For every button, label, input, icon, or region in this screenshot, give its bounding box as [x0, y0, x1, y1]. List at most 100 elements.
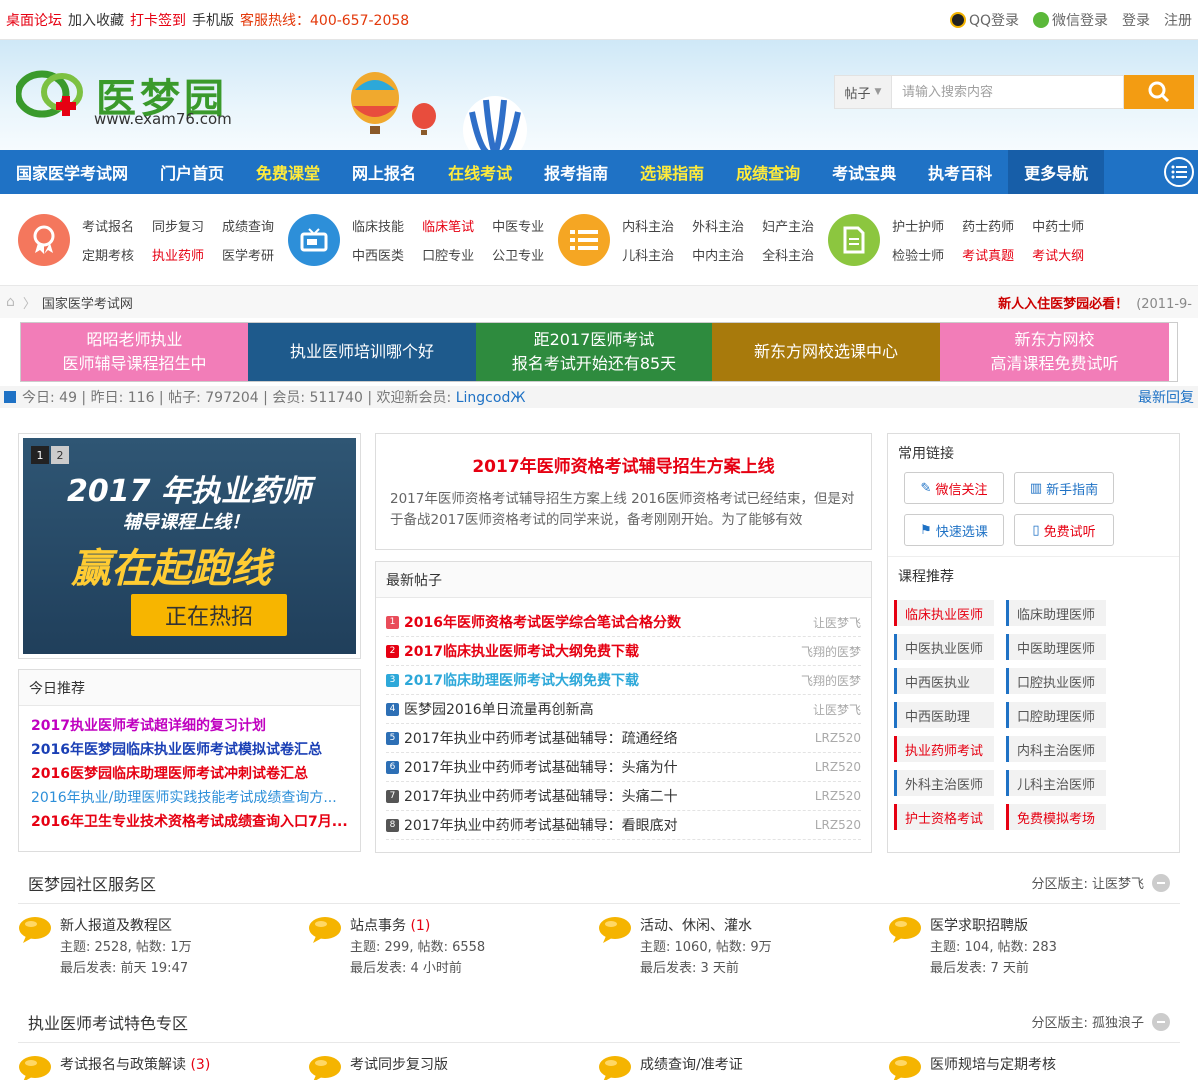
forum-name[interactable]: 成绩查询/准考证 [640, 1055, 743, 1076]
forum-name[interactable]: 活动、休闲、灌水 [640, 916, 772, 937]
collapse-icon[interactable] [1152, 1012, 1170, 1031]
top-link[interactable]: 手机版 [192, 13, 234, 29]
course-link[interactable]: 口腔助理医师 [1006, 702, 1106, 728]
nav-item[interactable]: 在线考试 [432, 150, 528, 194]
post-author[interactable]: LRZ520 [815, 760, 861, 774]
course-link[interactable]: 中西医执业 [894, 668, 994, 694]
course-link[interactable]: 护士资格考试 [894, 804, 994, 830]
post-author[interactable]: 让医梦飞 [813, 614, 861, 631]
promo-banner[interactable]: 新东方网校 高清课程免费试听 [940, 323, 1169, 381]
course-link[interactable]: 免费模拟考场 [1006, 804, 1106, 830]
top-link[interactable]: 桌面论坛 [6, 13, 62, 29]
forum-name[interactable]: 站点事务 (1) [350, 916, 485, 937]
course-link[interactable]: 内科主治医师 [1006, 736, 1106, 762]
list-item[interactable]: 2016年执业/助理医师实践技能考试成绩查询方... [31, 786, 348, 810]
quick-link[interactable]: 同步复习 [152, 216, 204, 235]
latest-reply-link[interactable]: 最新回复 [1138, 387, 1194, 407]
post-author[interactable]: 飞翔的医梦 [801, 643, 861, 660]
slider-cta[interactable]: 正在热招 [131, 594, 287, 636]
slider-image[interactable]: 12 2017 年执业药师 辅导课程上线！ 赢在起跑线 正在热招 [23, 438, 356, 654]
quick-link[interactable]: 中内主治 [692, 245, 744, 264]
course-link[interactable]: 口腔执业医师 [1006, 668, 1106, 694]
top-link[interactable]: 客服热线：400-657-2058 [240, 13, 409, 29]
post-author[interactable]: 飞翔的医梦 [801, 672, 861, 689]
course-link[interactable]: 临床执业医师 [894, 600, 994, 626]
list-item[interactable]: 2017执业医师考试超详细的复习计划 [31, 714, 348, 738]
promo-banner[interactable]: 新东方网校选课中心 [712, 323, 940, 381]
quick-link[interactable]: 中西医类 [352, 245, 404, 264]
document-icon[interactable] [828, 213, 881, 266]
collapse-icon[interactable] [1152, 873, 1170, 892]
quick-link[interactable]: 临床技能 [352, 216, 404, 235]
forum-last-post[interactable]: 最后发表: 3 天前 [640, 958, 772, 979]
list-item[interactable]: 2016年卫生专业技术资格考试成绩查询入口7月... [31, 810, 348, 834]
quick-link[interactable]: 口腔专业 [422, 245, 474, 264]
slider-dot[interactable]: 2 [51, 446, 69, 464]
wechat-login-link[interactable]: 微信登录 [1033, 10, 1108, 30]
post-row[interactable]: 8 2017年执业中药师考试基础辅导：看眼底对 LRZ520 [386, 811, 861, 840]
qq-login-link[interactable]: QQ登录 [949, 10, 1019, 30]
post-title[interactable]: 2016年医师资格考试医学综合笔试合格分数 [404, 612, 681, 632]
sidebar-link-button[interactable]: ▯ 免费试听 [1014, 514, 1114, 546]
sidebar-link-button[interactable]: ▥ 新手指南 [1014, 472, 1114, 504]
section-title[interactable]: 执业医师考试特色专区 [28, 1010, 188, 1034]
home-icon[interactable]: ⌂ [6, 294, 15, 310]
breadcrumb-current[interactable]: 国家医学考试网 [42, 293, 133, 312]
award-icon[interactable] [18, 213, 70, 266]
list-item[interactable]: 2016医梦园临床助理医师考试冲刺试卷汇总 [31, 762, 348, 786]
quick-link[interactable]: 儿科主治 [622, 245, 674, 264]
search-button[interactable] [1124, 75, 1194, 109]
nav-item[interactable]: 网上报名 [336, 150, 432, 194]
notice-link[interactable]: 新人入住医梦园必看！ (2011-9- [998, 293, 1192, 312]
nav-item[interactable]: 报考指南 [528, 150, 624, 194]
post-title[interactable]: 2017年执业中药师考试基础辅导：看眼底对 [404, 815, 678, 835]
course-link[interactable]: 临床助理医师 [1006, 600, 1106, 626]
new-member-link[interactable]: LingcodЖ [456, 390, 526, 406]
post-row[interactable]: 5 2017年执业中药师考试基础辅导：疏通经络 LRZ520 [386, 724, 861, 753]
post-title[interactable]: 2017年执业中药师考试基础辅导：疏通经络 [404, 728, 678, 748]
quick-link[interactable]: 药士药师 [962, 216, 1014, 235]
quick-link[interactable]: 中药士师 [1032, 216, 1084, 235]
post-row[interactable]: 4 医梦园2016单日流量再创新高 让医梦飞 [386, 695, 861, 724]
promo-banner[interactable]: 距2017医师考试 报名考试开始还有85天 [476, 323, 712, 381]
post-row[interactable]: 1 2016年医师资格考试医学综合笔试合格分数 让医梦飞 [386, 608, 861, 637]
forum-name[interactable]: 医学求职招聘版 [930, 916, 1057, 937]
post-title[interactable]: 2017临床执业医师考试大纲免费下载 [404, 641, 639, 661]
post-author[interactable]: LRZ520 [815, 789, 861, 803]
tv-icon[interactable] [288, 213, 341, 266]
image-slider[interactable]: 12 2017 年执业药师 辅导课程上线！ 赢在起跑线 正在热招 [18, 433, 361, 659]
quick-link[interactable]: 执业药师 [152, 245, 204, 264]
quick-link[interactable]: 公卫专业 [492, 245, 544, 264]
post-row[interactable]: 2 2017临床执业医师考试大纲免费下载 飞翔的医梦 [386, 637, 861, 666]
list-icon[interactable] [558, 213, 611, 266]
headline-title[interactable]: 2017年医师资格考试辅导招生方案上线 [390, 452, 857, 477]
search-type-select[interactable]: 帖子 ▼ [834, 75, 892, 109]
quick-link[interactable]: 妇产主治 [762, 216, 814, 235]
quick-link[interactable]: 考试报名 [82, 216, 134, 235]
section-title[interactable]: 医梦园社区服务区 [28, 871, 156, 895]
post-row[interactable]: 3 2017临床助理医师考试大纲免费下载 飞翔的医梦 [386, 666, 861, 695]
forum-name[interactable]: 考试同步复习版 [350, 1055, 448, 1076]
login-link[interactable]: 登录 [1122, 10, 1150, 30]
quick-link[interactable]: 检验士师 [892, 245, 944, 264]
post-row[interactable]: 7 2017年执业中药师考试基础辅导：头痛二十 LRZ520 [386, 782, 861, 811]
slider-dot[interactable]: 1 [31, 446, 49, 464]
forum-name[interactable]: 考试报名与政策解读 (3) [60, 1055, 210, 1076]
course-link[interactable]: 执业药师考试 [894, 736, 994, 762]
course-link[interactable]: 儿科主治医师 [1006, 770, 1106, 796]
top-link[interactable]: 打卡签到 [130, 13, 186, 29]
quick-link[interactable]: 全科主治 [762, 245, 814, 264]
sidebar-link-button[interactable]: ✎ 微信关注 [904, 472, 1004, 504]
course-link[interactable]: 中医助理医师 [1006, 634, 1106, 660]
nav-item[interactable]: 更多导航 [1008, 150, 1105, 194]
course-link[interactable]: 中西医助理 [894, 702, 994, 728]
course-link[interactable]: 中医执业医师 [894, 634, 994, 660]
promo-banner[interactable]: 昭昭老师执业 医师辅导课程招生中 [21, 323, 248, 381]
quick-link[interactable]: 中医专业 [492, 216, 544, 235]
course-link[interactable]: 外科主治医师 [894, 770, 994, 796]
post-row[interactable]: 6 2017年执业中药师考试基础辅导：头痛为什 LRZ520 [386, 753, 861, 782]
list-item[interactable]: 2016年医梦园临床执业医师考试模拟试卷汇总 [31, 738, 348, 762]
forum-name[interactable]: 医师规培与定期考核 [930, 1055, 1056, 1076]
register-link[interactable]: 注册 [1164, 10, 1192, 30]
quick-link[interactable]: 医学考研 [222, 245, 274, 264]
